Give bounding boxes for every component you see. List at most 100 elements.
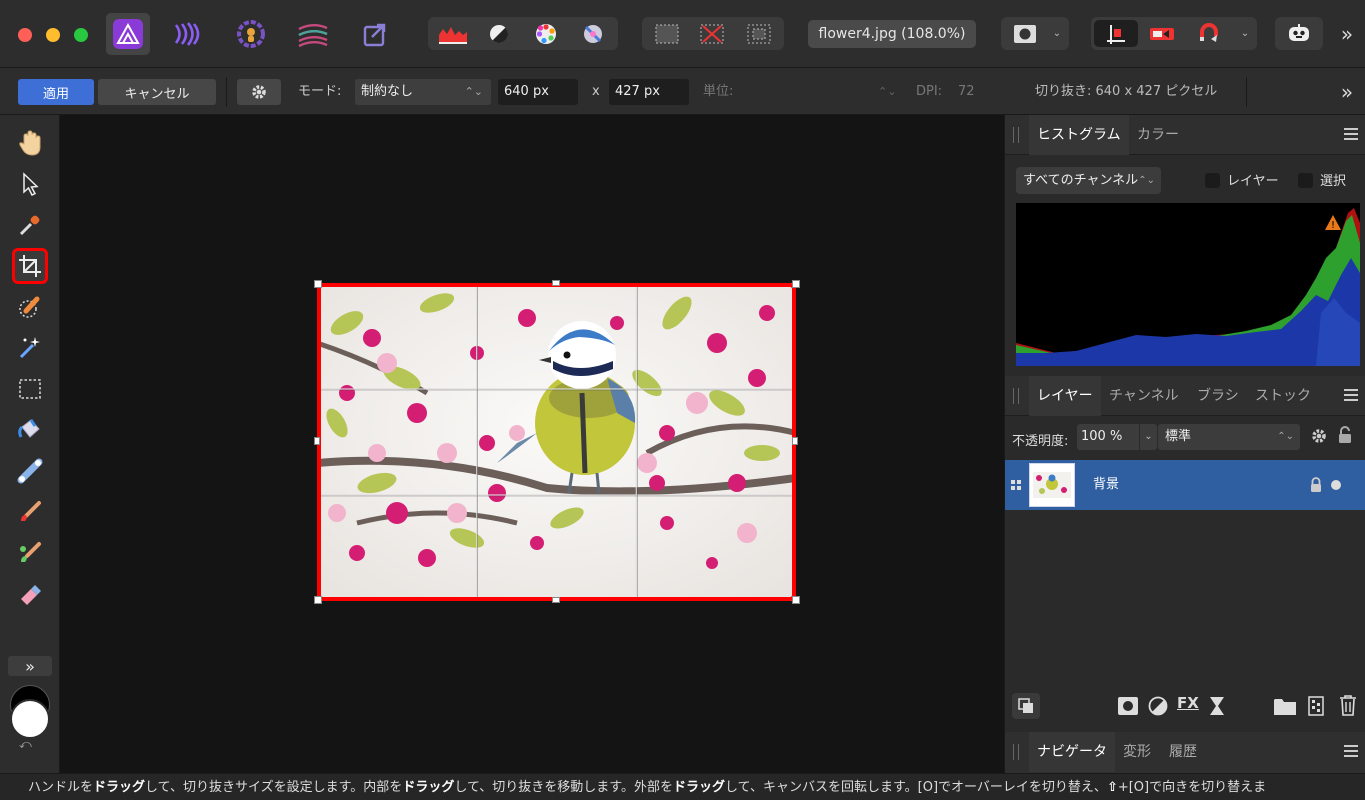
tone-mapping-persona-button[interactable] <box>291 13 335 55</box>
auto-white-balance-button[interactable] <box>571 20 615 47</box>
tab-transform[interactable]: 変形 <box>1115 732 1159 772</box>
fx-icon[interactable]: FX <box>1177 694 1199 712</box>
lock-layer-button[interactable] <box>1338 426 1352 448</box>
liquify-persona-button[interactable] <box>166 13 210 55</box>
flood-fill-tool[interactable] <box>12 412 48 448</box>
marquee-tool[interactable] <box>12 371 48 407</box>
flood-select-tool[interactable] <box>12 330 48 366</box>
tools-overflow-button[interactable]: » <box>8 656 52 676</box>
eyedropper-icon <box>19 215 40 236</box>
selection-checkbox[interactable]: 選択 <box>1298 170 1346 189</box>
crop-handle-left[interactable] <box>314 437 320 445</box>
tab-histogram[interactable]: ヒストグラム <box>1029 115 1129 155</box>
crop-handle-bottom-right[interactable] <box>792 596 800 604</box>
quick-mask-button[interactable] <box>1004 20 1046 47</box>
blend-mode-select[interactable]: 標準 ⌃⌄ <box>1158 424 1300 450</box>
mask-icon[interactable] <box>1117 696 1139 716</box>
select-all-button[interactable] <box>645 20 689 47</box>
contrast-icon <box>490 24 509 43</box>
layer-visibility-dot[interactable] <box>1331 480 1341 490</box>
status-emphasis: ドラッグ <box>673 780 726 795</box>
gradient-tool[interactable] <box>12 453 48 489</box>
develop-persona-button[interactable] <box>229 13 273 55</box>
magic-wand-icon <box>19 337 40 359</box>
document-image[interactable] <box>317 283 796 601</box>
channel-select[interactable]: すべてのチャンネル ⌃⌄ <box>1016 167 1161 194</box>
tab-stock[interactable]: ストック <box>1247 376 1319 416</box>
close-window-button[interactable] <box>18 28 32 42</box>
move-tool[interactable] <box>12 166 48 202</box>
deselect-button[interactable] <box>690 20 734 47</box>
mode-label: モード: <box>298 84 342 99</box>
crop-settings-button[interactable] <box>237 79 281 105</box>
tab-channels[interactable]: チャンネル <box>1101 376 1187 416</box>
crop-handle-top[interactable] <box>552 280 560 286</box>
layer-options-button[interactable] <box>1012 693 1040 719</box>
unit-select[interactable]: ⌃⌄ <box>878 79 896 105</box>
levels-button[interactable] <box>431 20 475 47</box>
panel-menu-icon[interactable] <box>1344 389 1358 401</box>
tab-brushes[interactable]: ブラシ <box>1189 376 1247 416</box>
canvas-area[interactable] <box>61 115 1004 773</box>
opacity-field[interactable]: 100 % ⌄ <box>1077 424 1157 450</box>
swap-colors-button[interactable]: ⤺ <box>19 737 32 752</box>
context-overflow-button[interactable]: » <box>1334 79 1360 105</box>
erase-brush-tool[interactable] <box>12 576 48 612</box>
layer-row[interactable]: 背景 <box>1005 460 1365 510</box>
panel-grip-icon[interactable] <box>1013 744 1019 760</box>
live-filter-icon[interactable] <box>1209 696 1225 716</box>
snapping-magnet-button[interactable] <box>1187 20 1231 47</box>
crop-width-input[interactable]: 640 px <box>498 79 578 105</box>
tab-history[interactable]: 履歴 <box>1161 732 1205 772</box>
color-picker-tool[interactable] <box>12 207 48 243</box>
quick-mask-dropdown[interactable]: ⌄ <box>1048 20 1066 47</box>
folder-icon[interactable] <box>1273 696 1297 716</box>
layer-settings-button[interactable] <box>1310 427 1328 449</box>
layer-thumbnail <box>1029 463 1075 507</box>
chevron-down-icon[interactable]: ⌄ <box>1139 424 1157 450</box>
tab-layers[interactable]: レイヤー <box>1029 376 1101 416</box>
crop-height-input[interactable]: 427 px <box>609 79 689 105</box>
tab-navigator[interactable]: ナビゲータ <box>1029 732 1115 772</box>
panel-grip-icon[interactable] <box>1013 388 1019 404</box>
document-title-button[interactable]: flower4.jpg (108.0%) <box>808 20 976 48</box>
tab-color[interactable]: カラー <box>1129 115 1187 155</box>
assistant-button[interactable] <box>1140 20 1184 47</box>
crop-handle-right[interactable] <box>792 437 798 445</box>
minimize-window-button[interactable] <box>46 28 60 42</box>
auto-color-button[interactable] <box>524 20 568 47</box>
primary-color-swatch[interactable] <box>10 699 50 739</box>
pixel-layer-icon[interactable] <box>1308 696 1324 716</box>
apply-button[interactable]: 適用 <box>18 79 94 105</box>
selection-brush-tool[interactable] <box>12 289 48 325</box>
snapping-dropdown[interactable]: ⌄ <box>1236 20 1254 47</box>
photo-persona-button[interactable] <box>106 13 150 55</box>
mode-select[interactable]: 制約なし ⌃⌄ <box>355 79 491 105</box>
status-emphasis: ⇧ <box>1106 780 1118 795</box>
clone-brush-tool[interactable] <box>12 535 48 571</box>
lock-icon[interactable] <box>1310 477 1322 493</box>
trash-icon[interactable] <box>1339 694 1357 716</box>
panel-menu-icon[interactable] <box>1344 128 1358 140</box>
crop-handle-top-right[interactable] <box>792 280 800 288</box>
panel-grip-icon[interactable] <box>1013 127 1019 143</box>
crop-handle-bottom[interactable] <box>552 597 560 603</box>
crop-tool[interactable] <box>12 248 48 284</box>
histogram-icon <box>439 26 467 44</box>
adjustment-layer-icon[interactable] <box>1148 696 1168 716</box>
crop-handle-bottom-left[interactable] <box>314 596 322 604</box>
crop-handle-top-left[interactable] <box>314 280 322 288</box>
auto-contrast-button[interactable] <box>477 20 521 47</box>
layer-checkbox[interactable]: レイヤー <box>1205 170 1279 189</box>
cancel-button[interactable]: キャンセル <box>98 79 216 105</box>
invert-selection-icon <box>747 24 771 43</box>
paint-brush-tool[interactable] <box>12 494 48 530</box>
toolbar-overflow-button[interactable]: » <box>1334 20 1360 48</box>
invert-selection-button[interactable] <box>737 20 781 47</box>
zoom-window-button[interactable] <box>74 28 88 42</box>
view-tool[interactable] <box>12 125 48 161</box>
export-persona-button[interactable] <box>353 13 397 55</box>
panel-menu-icon[interactable] <box>1344 745 1358 757</box>
snapping-button[interactable] <box>1094 20 1138 47</box>
assistant-settings-button[interactable] <box>1278 20 1320 47</box>
